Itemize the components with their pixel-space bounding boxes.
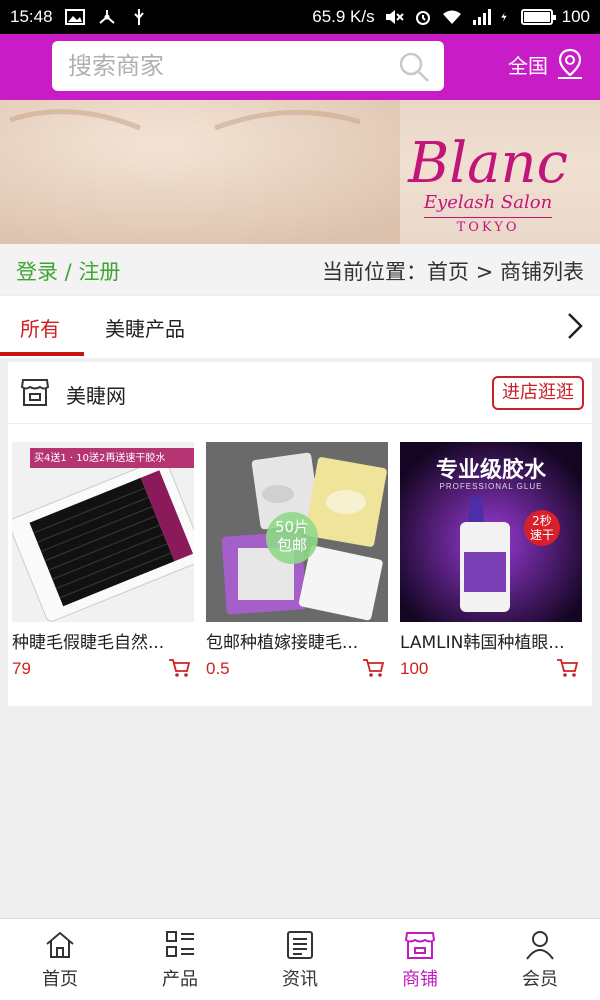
- home-icon: [46, 931, 74, 958]
- wifi-icon: [442, 10, 461, 24]
- promo-banner[interactable]: Blanc Eyelash Salon TOKYO: [0, 100, 600, 244]
- battery-icon: [520, 9, 556, 25]
- product-image[interactable]: 买4送1 · 10送2再送速干胶水: [12, 442, 194, 622]
- region-label: 全国: [508, 53, 548, 78]
- banner-closed-eyes: [0, 100, 400, 244]
- app-header: 全国: [0, 34, 600, 100]
- location-pin-icon: [558, 48, 582, 79]
- breadcrumb: 当前位置：首页 > 商铺列表: [322, 260, 584, 284]
- battery-level: 100: [561, 7, 590, 26]
- nav-news-label: 资讯: [282, 969, 318, 990]
- search-input[interactable]: [68, 41, 388, 91]
- status-time: 15:48: [10, 7, 53, 26]
- product-image[interactable]: 50片包邮: [206, 442, 388, 622]
- product-card[interactable]: 50片包邮 包邮种植嫁接睫毛... 0.5: [206, 442, 388, 679]
- nav-home[interactable]: 首页: [0, 919, 120, 1000]
- banner-brand: Blanc: [408, 131, 568, 196]
- nav-products[interactable]: 产品: [120, 919, 240, 1000]
- active-tab-indicator: [0, 352, 84, 356]
- search-box[interactable]: [52, 41, 444, 91]
- search-icon[interactable]: [398, 51, 430, 83]
- banner-subtitle: Eyelash Salon: [423, 192, 553, 213]
- grid-list-icon: [166, 931, 194, 957]
- banner-logo: Blanc Eyelash Salon TOKYO: [408, 131, 568, 236]
- alarm-icon: [415, 11, 430, 25]
- cart-icon[interactable]: [556, 658, 578, 678]
- news-icon: [287, 931, 313, 959]
- register-link[interactable]: 注册: [78, 260, 120, 284]
- product-price: 0.5: [206, 659, 230, 678]
- product-subheadline: PROFESSIONAL GLUE: [439, 482, 543, 491]
- product-title[interactable]: LAMLIN韩国种植眼...: [400, 628, 582, 653]
- cart-icon[interactable]: [362, 658, 384, 678]
- shop-card: 美睫网 进店逛逛 买4送1 · 10送2再送速干胶水 种睫毛假睫毛自然... 7…: [8, 362, 592, 706]
- product-card[interactable]: 买4送1 · 10送2再送速干胶水 种睫毛假睫毛自然... 79: [12, 442, 194, 679]
- login-link[interactable]: 登录: [16, 260, 58, 284]
- signal-icon: [472, 9, 491, 25]
- bottom-nav: 首页 产品 资讯 商铺 会员: [0, 918, 600, 1000]
- product-badge: 2秒速干: [529, 514, 554, 542]
- mute-icon: [385, 10, 404, 24]
- nav-products-label: 产品: [162, 969, 198, 990]
- status-bar: 15:48 65.9 K/s 100: [0, 0, 600, 34]
- tab-all[interactable]: 所有: [20, 313, 60, 342]
- nav-member-label: 会员: [522, 969, 558, 990]
- lash-tray-image: [12, 442, 194, 622]
- product-headline: 专业级胶水: [435, 458, 546, 483]
- visit-shop-button[interactable]: 进店逛逛: [492, 376, 584, 410]
- nav-member[interactable]: 会员: [480, 919, 600, 1000]
- nav-home-label: 首页: [42, 969, 78, 990]
- category-tabs: 所有 美睫产品: [0, 296, 600, 358]
- nav-shops-label: 商铺: [402, 969, 438, 990]
- banner-city: TOKYO: [424, 217, 552, 235]
- product-image[interactable]: 专业级胶水 PROFESSIONAL GLUE 2秒速干: [400, 442, 582, 622]
- product-title[interactable]: 种睫毛假睫毛自然...: [12, 628, 194, 653]
- shop-name[interactable]: 美睫网: [66, 380, 126, 409]
- region-selector[interactable]: 全国: [508, 48, 584, 80]
- auth-separator: /: [58, 260, 79, 284]
- product-badge: 买4送1 · 10送2再送速干胶水: [34, 453, 166, 464]
- share-icon: [98, 10, 115, 24]
- nav-news[interactable]: 资讯: [240, 919, 360, 1000]
- product-badge: 50片包邮: [274, 518, 310, 554]
- auth-links: 登录 / 注册: [16, 256, 120, 286]
- product-price: 100: [400, 659, 429, 678]
- usb-icon: [133, 9, 144, 25]
- shop-header: 美睫网 进店逛逛: [8, 362, 592, 424]
- product-price: 79: [12, 659, 31, 678]
- product-card[interactable]: 专业级胶水 PROFESSIONAL GLUE 2秒速干 LAMLIN韩国种植眼…: [400, 442, 582, 679]
- charging-icon: [500, 12, 507, 22]
- product-title[interactable]: 包邮种植嫁接睫毛...: [206, 628, 388, 653]
- user-icon: [526, 931, 554, 960]
- network-speed: 65.9 K/s: [312, 7, 375, 26]
- cart-icon[interactable]: [168, 658, 190, 678]
- tab-lash-products[interactable]: 美睫产品: [105, 313, 185, 342]
- chevron-right-icon[interactable]: [564, 312, 586, 340]
- store-icon: [20, 379, 50, 406]
- location-bar: 登录 / 注册 当前位置：首页 > 商铺列表: [0, 244, 600, 294]
- nav-shops[interactable]: 商铺: [360, 919, 480, 1000]
- image-notification-icon: [64, 9, 85, 25]
- store-icon: [404, 932, 436, 959]
